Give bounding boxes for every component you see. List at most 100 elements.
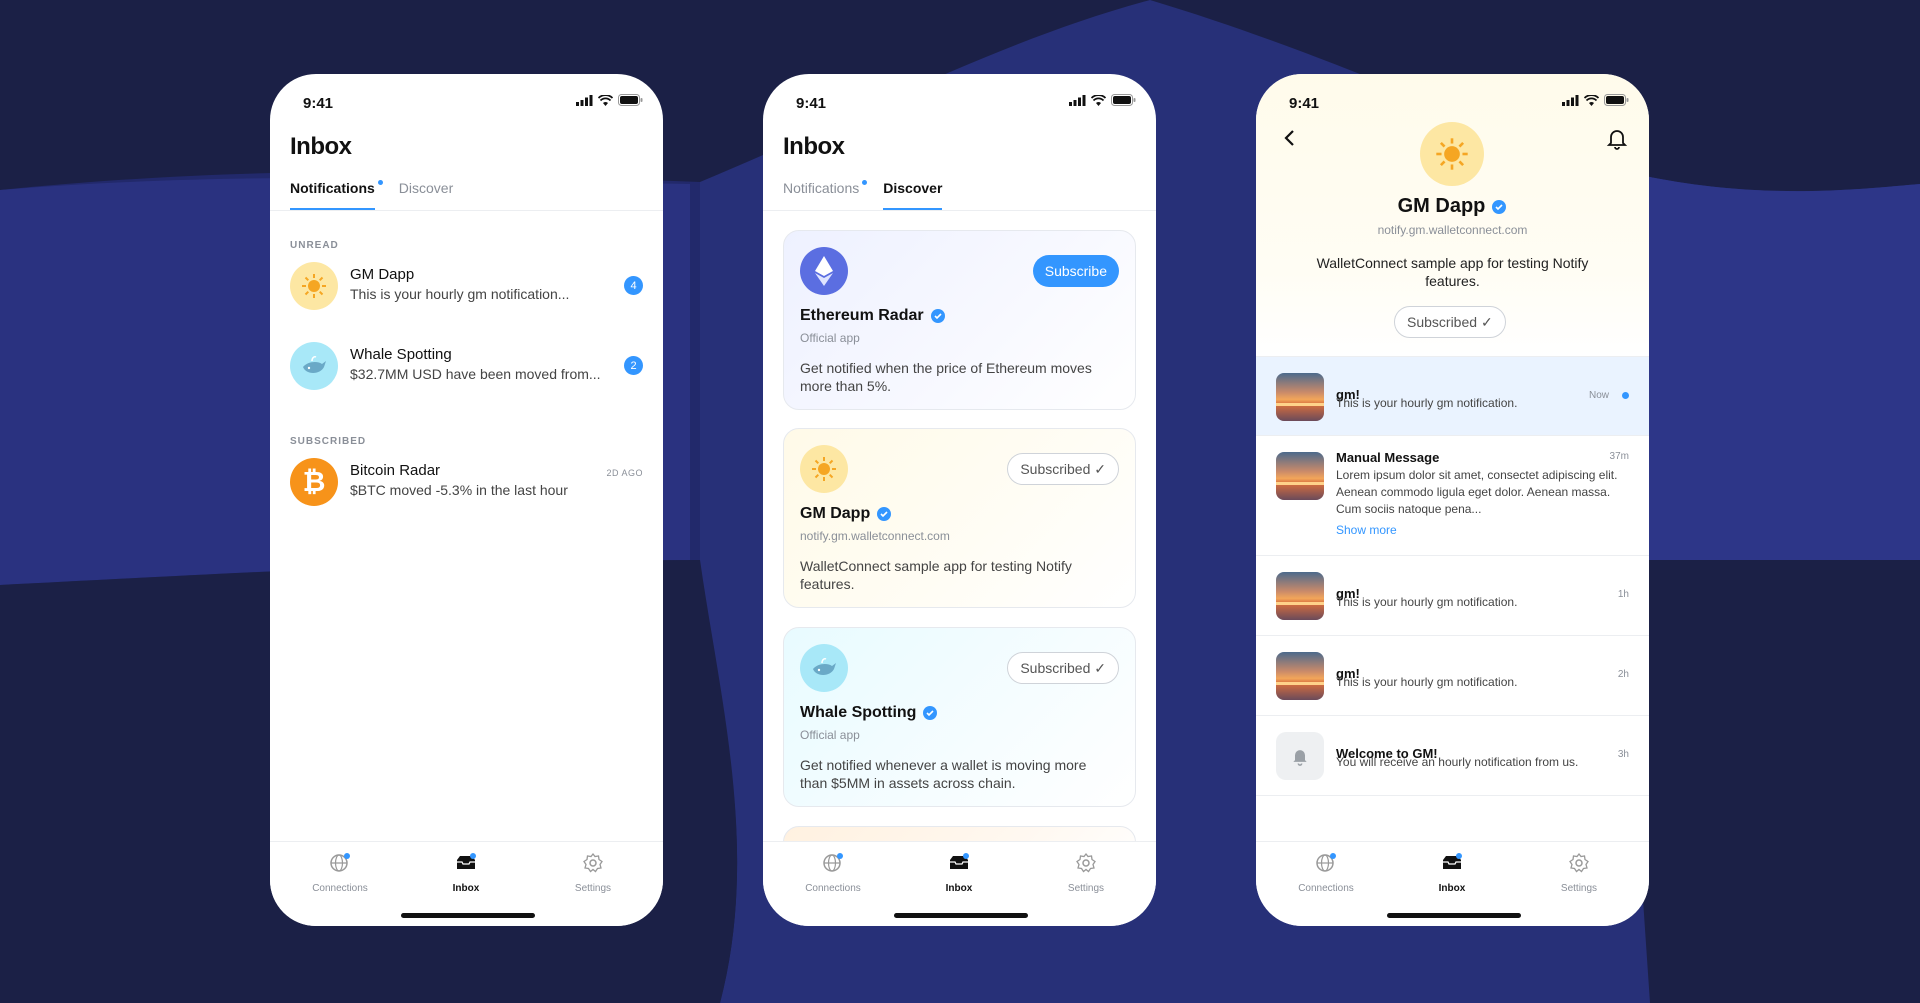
status-time: 9:41 [1289, 95, 1320, 112]
status-icons [1562, 94, 1629, 106]
verified-icon [923, 706, 938, 720]
notification-time: 37m [1609, 451, 1629, 462]
status-icons [576, 94, 643, 106]
subscribe-button[interactable]: Subscribe [1032, 255, 1119, 287]
button-label: Subscribed [1020, 461, 1091, 477]
list-item-gm-dapp[interactable]: GM Dapp This is your hourly gm notificat… [290, 262, 643, 314]
tab-label: Discover [398, 180, 454, 196]
gear-icon [1076, 852, 1096, 873]
sunset-thumbnail [1276, 373, 1324, 421]
inbox-icon [1443, 853, 1462, 869]
verified-icon [930, 309, 945, 323]
section-unread: UNREAD [290, 240, 339, 251]
checkmark-icon: ✓ [1094, 660, 1106, 676]
tab-label: Notifications [290, 180, 375, 196]
button-label: Subscribed [1407, 314, 1478, 330]
status-bar: 9:41 [270, 74, 663, 128]
nav-label: Settings [1560, 883, 1598, 894]
card-name: Ethereum Radar [800, 307, 924, 324]
notification-item[interactable]: gm! This is your hourly gm notification.… [1256, 356, 1649, 436]
sun-icon [800, 445, 848, 493]
battery-icon [1604, 94, 1629, 106]
nav-inbox[interactable]: Inbox [914, 852, 1004, 894]
bottom-nav: Connections Inbox Settings [763, 841, 1156, 926]
nav-settings[interactable]: Settings [1534, 852, 1624, 894]
notification-time: 1h [1617, 589, 1629, 600]
unread-dot [377, 180, 383, 185]
button-label: Subscribed [1020, 660, 1091, 676]
tab-divider [270, 210, 663, 211]
status-bar: 9:41 [1256, 74, 1649, 128]
nav-settings[interactable]: Settings [1041, 852, 1131, 894]
sun-icon [1420, 122, 1484, 186]
notification-body: This is your hourly gm notification. [1336, 675, 1518, 689]
list-item-message: $32.7MM USD have been moved from... [350, 366, 601, 382]
card-name: Whale Spotting [800, 704, 917, 721]
notification-time: 2h [1617, 669, 1629, 680]
discover-card-whale-spotting[interactable]: Subscribed ✓ Whale Spotting Official app… [783, 627, 1136, 807]
inbox-icon [950, 853, 969, 869]
list-item-bitcoin-radar[interactable]: ₿ Bitcoin Radar $BTC moved -5.3% in the … [290, 458, 643, 510]
back-chevron-icon[interactable] [1278, 126, 1302, 150]
signal-icon [1069, 94, 1086, 106]
sun-icon [290, 262, 338, 310]
bell-icon [1276, 732, 1324, 780]
home-indicator [401, 913, 535, 918]
globe-icon [823, 853, 843, 872]
subscribed-button[interactable]: Subscribed ✓ [1394, 306, 1506, 338]
tab-notifications[interactable]: Notifications [290, 178, 383, 210]
status-time: 9:41 [303, 95, 334, 112]
checkmark-icon: ✓ [1480, 314, 1493, 330]
battery-icon [1111, 94, 1136, 106]
notification-body: Lorem ipsum dolor sit amet, consectet ad… [1336, 468, 1618, 516]
inbox-icon [457, 853, 476, 869]
nav-connections[interactable]: Connections [1281, 852, 1371, 894]
sunset-thumbnail [1276, 452, 1324, 500]
notification-item[interactable]: Welcome to GM! You will receive an hourl… [1256, 716, 1649, 796]
list-item-message: This is your hourly gm notification... [350, 286, 570, 302]
nav-label: Connections [312, 883, 368, 894]
bell-icon[interactable] [1605, 126, 1629, 150]
nav-label: Connections [1298, 883, 1354, 894]
tab-discover[interactable]: Discover [883, 178, 943, 210]
card-description: Get notified when the price of Ethereum … [800, 360, 1092, 394]
notification-time: 3h [1617, 749, 1629, 760]
nav-inbox[interactable]: Inbox [1407, 852, 1497, 894]
whale-icon [800, 644, 848, 692]
whale-icon [290, 342, 338, 390]
checkmark-icon: ✓ [1094, 461, 1106, 477]
phone-inbox-discover: 9:41 Inbox Notifications Discover Subscr… [763, 74, 1156, 926]
subscribed-button[interactable]: Subscribed ✓ [1007, 652, 1119, 684]
nav-settings[interactable]: Settings [548, 852, 638, 894]
unread-count-badge: 2 [624, 356, 643, 375]
show-more-link[interactable]: Show more [1336, 523, 1397, 537]
nav-label: Connections [805, 883, 861, 894]
app-url: notify.gm.walletconnect.com [1377, 223, 1528, 237]
tab-notifications[interactable]: Notifications [783, 178, 868, 210]
app-title: GM Dapp [1256, 195, 1649, 218]
card-subtitle: Official app [800, 728, 860, 742]
nav-label: Inbox [452, 883, 480, 894]
sunset-thumbnail [1276, 652, 1324, 700]
status-icons [1069, 94, 1136, 106]
gear-icon [1569, 852, 1589, 873]
home-indicator [1387, 913, 1521, 918]
nav-connections[interactable]: Connections [295, 852, 385, 894]
discover-card-gm-dapp[interactable]: Subscribed ✓ GM Dapp notify.gm.walletcon… [783, 428, 1136, 608]
bottom-nav: Connections Inbox Settings [270, 841, 663, 926]
notification-item[interactable]: Manual Message Lorem ipsum dolor sit ame… [1256, 436, 1649, 556]
notification-title: Manual Message [1336, 450, 1440, 465]
notification-item[interactable]: gm! This is your hourly gm notification.… [1256, 556, 1649, 636]
inbox-tabs: Notifications Discover [783, 178, 1136, 210]
list-item-name: Whale Spotting [350, 346, 452, 363]
nav-connections[interactable]: Connections [788, 852, 878, 894]
notification-item[interactable]: gm! This is your hourly gm notification.… [1256, 636, 1649, 716]
list-item-name: GM Dapp [350, 266, 415, 283]
nav-inbox[interactable]: Inbox [421, 852, 511, 894]
discover-card-ethereum-radar[interactable]: Subscribe Ethereum Radar Official app Ge… [783, 230, 1136, 410]
notification-body: This is your hourly gm notification. [1336, 396, 1518, 410]
subscribed-button[interactable]: Subscribed ✓ [1007, 453, 1119, 485]
tab-discover[interactable]: Discover [399, 178, 453, 210]
list-item-whale-spotting[interactable]: Whale Spotting $32.7MM USD have been mov… [290, 342, 643, 394]
signal-icon [1562, 94, 1579, 106]
